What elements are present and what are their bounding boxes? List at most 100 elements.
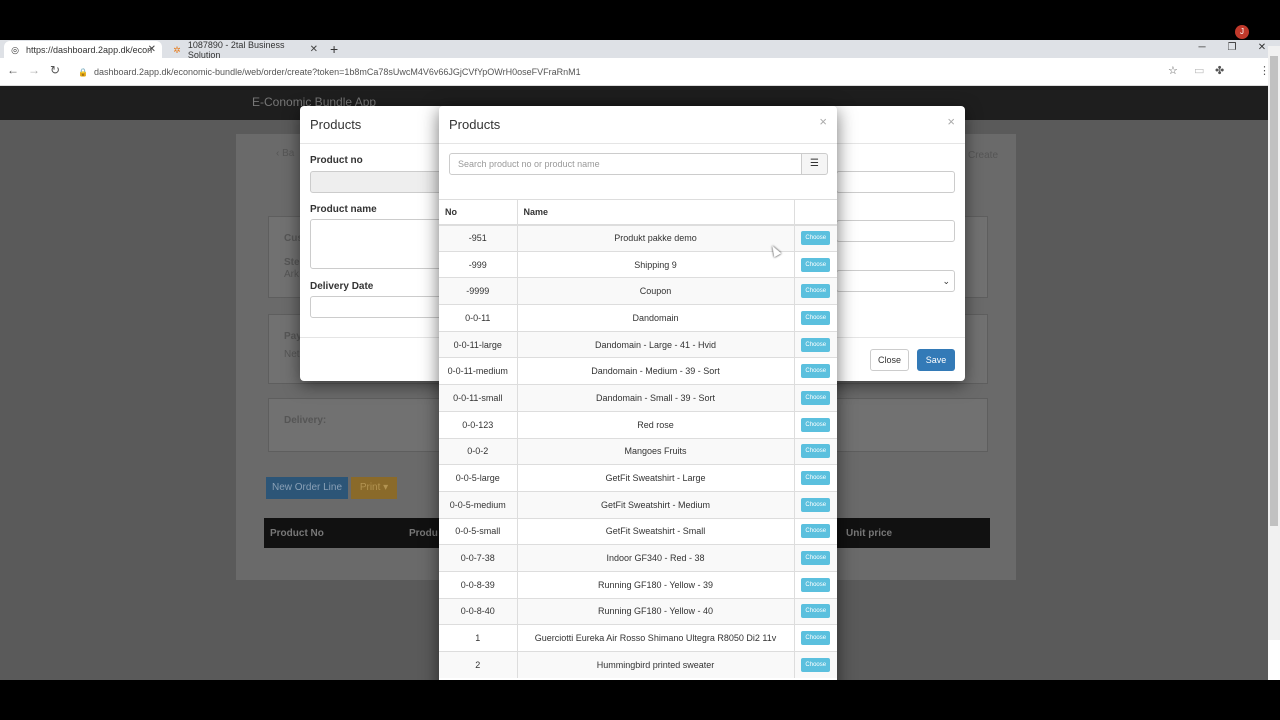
- net-label: Net: [284, 349, 300, 360]
- product-no-cell: -999: [439, 250, 517, 278]
- choose-button[interactable]: Choose: [801, 471, 831, 486]
- street-label: Ste: [284, 257, 300, 268]
- table-row: 0-0-123 Red rose Choose: [439, 410, 837, 438]
- new-tab-button[interactable]: +: [330, 40, 338, 58]
- column-unit-price: Unit price: [846, 528, 893, 539]
- table-row: 0-0-11-large Dandomain - Large - 41 - Hvi…: [439, 330, 837, 358]
- product-no-cell: 0-0-11-small: [439, 384, 517, 412]
- close-button[interactable]: Close: [870, 349, 909, 371]
- table-row: 0-0-5-medium GetFit Sweatshirt - Medium Ch…: [439, 490, 837, 519]
- url-field[interactable]: 🔒 dashboard.2app.dk/economic-bundle/web/…: [70, 61, 1190, 83]
- action-cell: Choose: [793, 277, 837, 305]
- table-row: 0-0-8-39 Running GF180 - Yellow - 39 Choos…: [439, 570, 837, 599]
- tab-bar: ◎ https://dashboard.2app.dk/econ ✕ ✲ 108…: [0, 40, 1280, 60]
- action-cell: Choose: [793, 224, 837, 252]
- minimize-icon[interactable]: ─: [1187, 40, 1217, 56]
- product-no-cell: 0-0-5-medium: [439, 490, 517, 519]
- choose-button[interactable]: Choose: [801, 364, 831, 379]
- column-name: Name: [516, 199, 794, 226]
- table-row: 0-0-7-38 Indoor GF340 - Red - 38 Choose: [439, 544, 837, 572]
- table-row: 0-0-11-medium Dandomain - Medium - 39 - S…: [439, 357, 837, 385]
- product-name-cell: GetFit Sweatshirt - Small: [516, 517, 794, 545]
- choose-button[interactable]: Choose: [801, 417, 831, 432]
- choose-button[interactable]: Choose: [801, 524, 831, 539]
- product-name-cell: Dandomain - Small - 39 - Sort: [516, 384, 794, 412]
- close-tab-icon[interactable]: ✕: [148, 44, 156, 55]
- choose-button[interactable]: Choose: [801, 231, 831, 246]
- action-cell: Choose: [793, 517, 837, 545]
- action-cell: Choose: [793, 544, 837, 572]
- action-cell: Choose: [793, 384, 837, 412]
- profile-avatar[interactable]: J: [1235, 25, 1249, 39]
- print-button[interactable]: Print ▾: [351, 477, 397, 499]
- choose-button[interactable]: Choose: [801, 604, 831, 619]
- scrollbar[interactable]: [1268, 46, 1280, 640]
- browser-tab-active[interactable]: ◎ https://dashboard.2app.dk/econ ✕: [4, 41, 162, 58]
- product-name-cell: Coupon: [516, 277, 794, 305]
- product-no-field[interactable]: [310, 171, 450, 193]
- product-name-cell: Hummingbird printed sweater: [516, 651, 794, 679]
- table-row: 0-0-2 Mangoes Fruits Choose: [439, 437, 837, 465]
- table-row: 0-0-8-40 Running GF180 - Yellow - 40 Choos…: [439, 597, 837, 625]
- back-link[interactable]: ‹ Ba: [276, 148, 294, 159]
- app-icon: ✲: [173, 44, 181, 55]
- product-name-cell: Running GF180 - Yellow - 39: [516, 570, 794, 599]
- scrollbar-thumb[interactable]: [1270, 56, 1278, 526]
- choose-button[interactable]: Choose: [801, 577, 831, 592]
- product-no-cell: 0-0-11-large: [439, 330, 517, 358]
- choose-button[interactable]: Choose: [801, 257, 831, 272]
- choose-button[interactable]: Choose: [801, 551, 831, 566]
- column-product-no: Product No: [270, 528, 324, 539]
- chevron-down-icon: ⌄: [942, 276, 950, 286]
- choose-button[interactable]: Choose: [801, 444, 831, 459]
- action-cell: Choose: [793, 437, 837, 465]
- lock-icon: 🔒: [78, 67, 88, 77]
- choose-button[interactable]: Choose: [801, 658, 831, 673]
- table-row: 0-0-11 Dandomain Choose: [439, 304, 837, 332]
- reading-list-icon[interactable]: ▭: [1194, 64, 1204, 77]
- browser-tab[interactable]: ✲ 1087890 - 2tal Business Solution ✕: [166, 40, 324, 60]
- list-icon[interactable]: ☰: [801, 153, 828, 175]
- product-name-cell: Dandomain: [516, 304, 794, 332]
- unit-select[interactable]: ⌄: [836, 270, 955, 292]
- choose-button[interactable]: Choose: [801, 390, 831, 405]
- product-no-label: Product no: [310, 155, 363, 166]
- star-icon[interactable]: ☆: [1168, 64, 1178, 77]
- product-name-field[interactable]: [310, 219, 450, 269]
- table-row: -9999 Coupon Choose: [439, 277, 837, 305]
- tab-title: 1087890 - 2tal Business Solution: [187, 40, 285, 60]
- back-arrow-icon[interactable]: ←: [6, 63, 20, 77]
- delivery-date-field[interactable]: [310, 296, 450, 318]
- action-cell: Choose: [793, 490, 837, 519]
- divider: [439, 143, 837, 144]
- forward-arrow-icon[interactable]: →: [27, 63, 41, 77]
- close-icon[interactable]: ×: [947, 114, 955, 129]
- product-no-cell: -951: [439, 224, 517, 252]
- close-tab-icon[interactable]: ✕: [310, 44, 318, 55]
- product-name-cell: Indoor GF340 - Red - 38: [516, 544, 794, 572]
- choose-button[interactable]: Choose: [801, 284, 831, 299]
- arkiv-label: Ark: [284, 269, 299, 280]
- choose-button[interactable]: Choose: [801, 310, 831, 325]
- table-row: 0-0-11-small Dandomain - Small - 39 - Sor…: [439, 384, 837, 412]
- close-icon[interactable]: ×: [819, 114, 827, 129]
- reload-icon[interactable]: ↻: [48, 63, 62, 77]
- product-no-cell: 0-0-5-small: [439, 517, 517, 545]
- product-no-field-right[interactable]: [836, 171, 955, 193]
- restore-icon[interactable]: ❐: [1217, 40, 1247, 56]
- table-row: 0-0-5-large GetFit Sweatshirt - Large Choo…: [439, 464, 837, 492]
- choose-button[interactable]: Choose: [801, 497, 831, 512]
- choose-button[interactable]: Choose: [801, 337, 831, 352]
- action-cell: Choose: [793, 357, 837, 385]
- product-name-cell: Mangoes Fruits: [516, 437, 794, 465]
- quantity-field[interactable]: [836, 220, 955, 242]
- search-input[interactable]: [449, 153, 802, 175]
- table-header-row: No Name: [439, 199, 837, 226]
- product-name-cell: Shipping 9: [516, 250, 794, 278]
- save-button[interactable]: Save: [917, 349, 955, 371]
- extensions-icon[interactable]: ✤: [1215, 64, 1224, 77]
- table-row: 0-0-5-small GetFit Sweatshirt - Small Choo…: [439, 517, 837, 545]
- new-order-line-button[interactable]: New Order Line: [266, 477, 348, 499]
- product-no-cell: 0-0-11: [439, 304, 517, 332]
- choose-button[interactable]: Choose: [801, 631, 831, 646]
